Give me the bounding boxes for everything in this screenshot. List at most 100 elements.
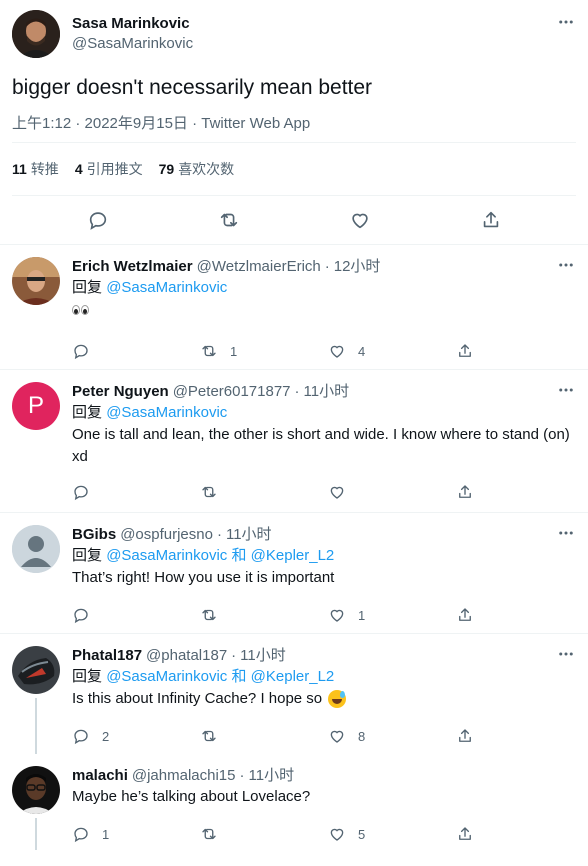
share-icon <box>459 827 471 840</box>
reply-avatar-image <box>12 646 60 694</box>
reply-author-name[interactable]: Phatal187 <box>72 646 142 666</box>
author-handle[interactable]: @SasaMarinkovic <box>72 34 193 54</box>
reply-author-handle[interactable]: @ospfurjesno <box>120 525 213 545</box>
reply-header: BGibs @ospfurjesno · 11小时 <box>72 525 576 545</box>
reply-author-handle[interactable]: @phatal187 <box>146 646 227 666</box>
like-icon <box>330 730 344 743</box>
share-icon <box>459 729 471 742</box>
reply-actions: 2 8 <box>72 716 576 756</box>
retweet-icon[interactable] <box>217 208 241 232</box>
like-count: 4 <box>358 343 366 359</box>
like-icon <box>330 345 344 358</box>
mention-link[interactable]: @SasaMarinkovic <box>106 547 227 564</box>
likes-count: 79 <box>158 161 175 177</box>
reply-header: malachi @jahmalachi15 · 11小时 <box>72 766 576 786</box>
reply-avatar[interactable] <box>12 525 60 573</box>
reply-button[interactable] <box>72 342 200 360</box>
retweet-button[interactable] <box>200 727 328 745</box>
like-count: 1 <box>358 607 366 623</box>
reply-time[interactable]: 11小时 <box>226 525 272 545</box>
reply-time[interactable]: 11小时 <box>249 766 295 786</box>
reply-button[interactable]: 2 <box>72 727 200 745</box>
author-row: Sasa Marinkovic @SasaMarinkovic <box>12 10 576 58</box>
sweat-smile-emoji-icon <box>328 690 347 709</box>
tweet-timestamp[interactable]: 上午1:12 · 2022年9月15日 · Twitter Web App <box>12 114 576 142</box>
reply-content: Phatal187 @phatal187 · 11小时 回复 @SasaMari… <box>72 646 576 754</box>
like-button[interactable]: 1 <box>328 606 456 624</box>
share-button[interactable] <box>456 483 486 501</box>
author-avatar[interactable] <box>12 10 60 58</box>
reply-avatar[interactable] <box>12 257 60 305</box>
mention-link[interactable]: @Kepler_L2 <box>251 547 335 564</box>
reply-icon <box>74 344 88 360</box>
reply-author-name[interactable]: malachi <box>72 766 128 786</box>
mention-link[interactable]: @Kepler_L2 <box>251 668 335 685</box>
like-button[interactable]: 8 <box>328 727 456 745</box>
eyes-emoji-icon <box>72 299 90 321</box>
retweet-button[interactable] <box>200 825 328 843</box>
reply-author-name[interactable]: Peter Nguyen <box>72 382 169 402</box>
retweet-button[interactable] <box>200 483 328 501</box>
main-tweet: Sasa Marinkovic @SasaMarinkovic bigger d… <box>0 0 588 244</box>
reply-text <box>72 299 576 321</box>
reply-time[interactable]: 11小时 <box>240 646 286 666</box>
share-button[interactable] <box>456 825 486 843</box>
reply-icon[interactable] <box>86 208 110 232</box>
share-button[interactable] <box>456 727 486 745</box>
replying-to-prefix: 回复 <box>72 668 103 685</box>
reply-avatar[interactable] <box>12 646 60 694</box>
reply-time[interactable]: 12小时 <box>334 257 381 277</box>
reply-author-handle[interactable]: @WetzlmaierErich <box>197 257 321 277</box>
reply-icon <box>74 485 88 501</box>
reply-button[interactable] <box>72 483 200 501</box>
reply-count: 1 <box>102 826 110 842</box>
share-button[interactable] <box>456 342 486 360</box>
quotes-label: 引用推文 <box>86 161 143 177</box>
like-button[interactable] <box>328 483 456 501</box>
more-icon[interactable] <box>556 255 576 275</box>
mention-link[interactable]: @SasaMarinkovic <box>106 668 227 685</box>
reply-author-name[interactable]: Erich Wetzlmaier <box>72 257 193 277</box>
reply-tweet[interactable]: BGibs @ospfurjesno · 11小时 回复 @SasaMarink… <box>0 513 588 633</box>
quotes-stat[interactable]: 4 引用推文 <box>75 159 143 179</box>
reply-text-row: Is this about Infinity Cache? I hope so <box>72 688 576 710</box>
more-icon[interactable] <box>556 523 576 543</box>
like-button[interactable]: 4 <box>328 342 456 360</box>
more-icon[interactable] <box>556 12 576 32</box>
likes-stat[interactable]: 79 喜欢次数 <box>159 159 235 179</box>
reply-tweet[interactable]: Erich Wetzlmaier @WetzlmaierErich · 12小时… <box>0 245 588 369</box>
reply-tweet[interactable]: P Peter Nguyen @Peter60171877 · 11小时 回复 … <box>0 370 588 512</box>
avatar-letter: P <box>27 392 44 419</box>
share-icon[interactable] <box>479 208 503 232</box>
reply-author-handle[interactable]: @Peter60171877 <box>173 382 291 402</box>
reply-author-handle[interactable]: @jahmalachi15 <box>132 766 236 786</box>
reply-avatar[interactable]: P <box>12 382 60 430</box>
reply-tweet[interactable]: Phatal187 @phatal187 · 11小时 回复 @SasaMari… <box>0 634 588 754</box>
like-button[interactable]: 5 <box>328 825 456 843</box>
reply-content: Peter Nguyen @Peter60171877 · 11小时 回复 @S… <box>72 382 576 512</box>
share-button[interactable] <box>456 606 486 624</box>
reply-avatar[interactable] <box>12 766 60 814</box>
reply-avatar-column <box>12 766 60 850</box>
retweet-button[interactable] <box>200 606 328 624</box>
more-icon[interactable] <box>556 644 576 664</box>
reply-button[interactable] <box>72 606 200 624</box>
more-icon[interactable] <box>556 380 576 400</box>
reply-tweet[interactable]: malachi @jahmalachi15 · 11小时 Maybe he’s … <box>0 754 588 850</box>
reply-text: One is tall and lean, the other is short… <box>72 426 570 465</box>
reply-button[interactable]: 1 <box>72 825 200 843</box>
retweet-button[interactable]: 1 <box>200 342 328 360</box>
retweets-stat[interactable]: 11 转推 <box>12 159 59 179</box>
reply-actions: 1 <box>72 595 576 635</box>
like-icon[interactable] <box>348 208 372 232</box>
replying-to-prefix: 回复 <box>72 279 103 296</box>
retweet-icon <box>202 345 216 357</box>
reply-author-name[interactable]: BGibs <box>72 525 116 545</box>
tweet-text: bigger doesn't necessarily mean better <box>12 76 373 99</box>
author-display-name[interactable]: Sasa Marinkovic <box>72 14 193 34</box>
reply-time[interactable]: 11小时 <box>304 382 350 402</box>
replying-to: 回复 @SasaMarinkovic <box>72 402 576 424</box>
reply-avatar-column <box>12 257 60 369</box>
mention-link[interactable]: @SasaMarinkovic <box>106 279 227 296</box>
mention-link[interactable]: @SasaMarinkovic <box>106 404 227 421</box>
